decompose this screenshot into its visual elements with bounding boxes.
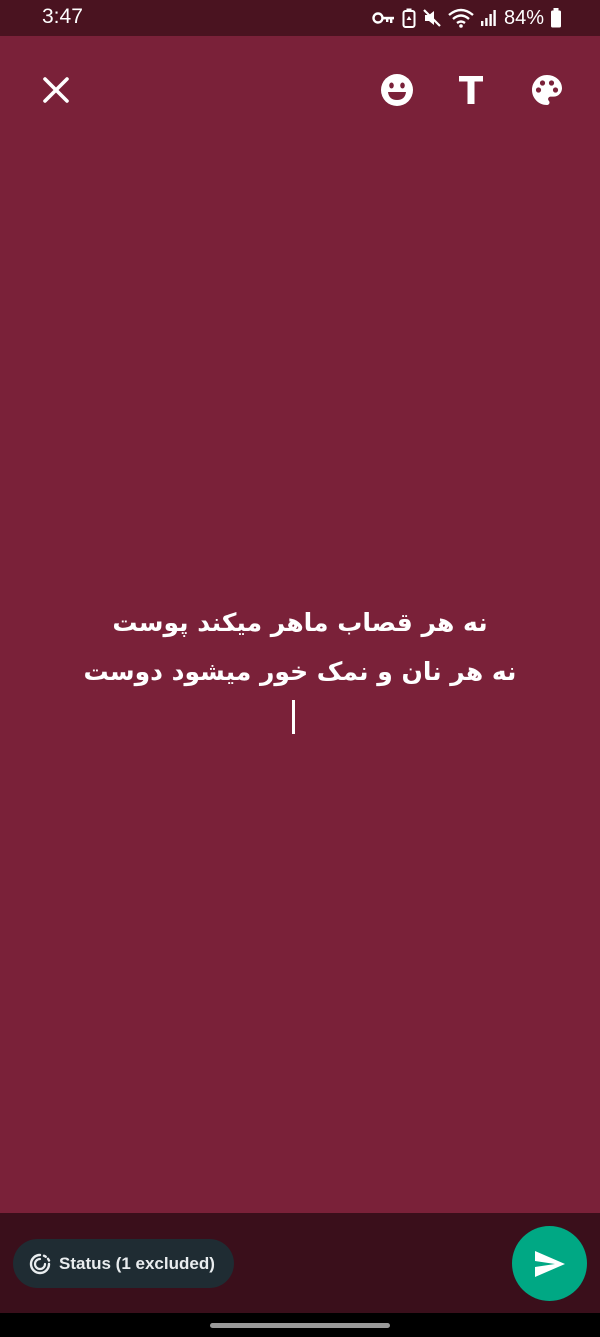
palette-icon bbox=[532, 75, 562, 105]
wifi-icon bbox=[448, 8, 474, 28]
color-palette-button[interactable] bbox=[525, 68, 569, 112]
text-style-button[interactable] bbox=[449, 68, 493, 112]
battery-icon bbox=[551, 8, 561, 28]
vpn-key-icon bbox=[372, 12, 394, 24]
navigation-bar bbox=[0, 1313, 600, 1337]
close-button[interactable] bbox=[34, 68, 78, 112]
system-icons: 84% bbox=[372, 6, 562, 30]
emoji-icon bbox=[381, 74, 413, 106]
battery-percent: 84% bbox=[503, 6, 544, 29]
status-bar: 3:47 84% bbox=[0, 0, 600, 36]
status-audience-label: Status (1 excluded) bbox=[59, 1253, 215, 1273]
status-ring-icon bbox=[29, 1253, 51, 1275]
text-caret bbox=[292, 700, 295, 734]
status-audience-chip[interactable]: Status (1 excluded) bbox=[13, 1239, 234, 1288]
status-time: 3:47 bbox=[42, 5, 83, 28]
status-text-composer[interactable]: نه هر قصاب ماهر میکند پوست نه هر نان و ن… bbox=[60, 598, 540, 696]
composer-line-1: نه هر قصاب ماهر میکند پوست bbox=[112, 608, 488, 637]
send-button[interactable] bbox=[512, 1226, 587, 1301]
composer-line-2: نه هر نان و نمک خور میشود دوست bbox=[83, 657, 517, 686]
emoji-button[interactable] bbox=[375, 68, 419, 112]
signal-icon bbox=[480, 10, 496, 26]
text-style-icon bbox=[459, 76, 483, 104]
mute-icon bbox=[423, 9, 441, 27]
close-icon bbox=[43, 77, 69, 103]
battery-saver-icon bbox=[402, 8, 416, 28]
send-icon bbox=[534, 1250, 565, 1277]
home-indicator[interactable] bbox=[210, 1323, 390, 1328]
